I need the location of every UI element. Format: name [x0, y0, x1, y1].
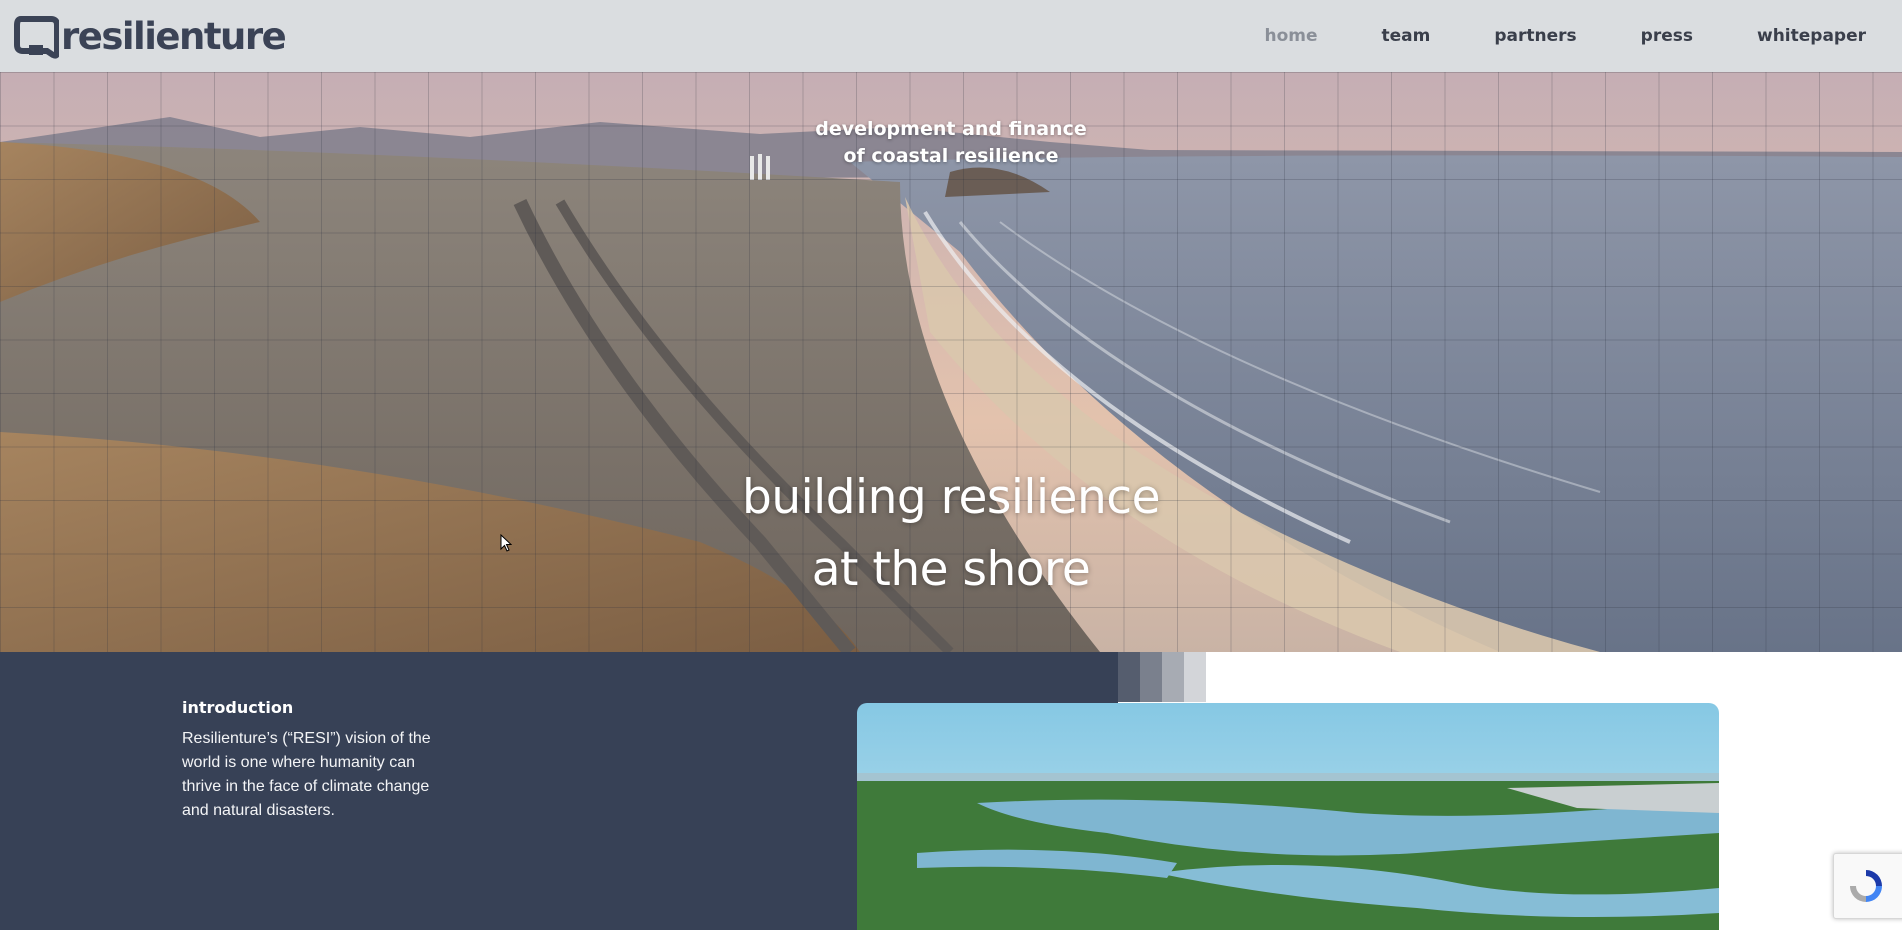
- decorative-stripes: [1118, 652, 1206, 702]
- recaptcha-badge[interactable]: [1833, 853, 1902, 919]
- site-header: resilienture home team partners press wh…: [0, 0, 1902, 72]
- mouse-cursor-icon: [500, 534, 512, 552]
- headline-line-1: building resilience: [741, 470, 1161, 525]
- nav-whitepaper[interactable]: whitepaper: [1757, 26, 1866, 46]
- logo-text: resilienture: [61, 15, 287, 58]
- logo[interactable]: resilienture: [13, 15, 287, 59]
- hero-headline: building resilience at the shore: [0, 462, 1902, 606]
- nav-home[interactable]: home: [1264, 26, 1317, 46]
- intro-body: Resilienture’s (“RESI”) vision of the wo…: [182, 730, 431, 819]
- nav-team[interactable]: team: [1382, 26, 1431, 46]
- tagline-line-1: development and finance: [815, 118, 1087, 140]
- nav-press[interactable]: press: [1641, 26, 1693, 46]
- mangrove-photo: [857, 703, 1719, 930]
- intro-title: introduction: [182, 698, 294, 717]
- hero-banner: development and finance of coastal resil…: [0, 72, 1902, 652]
- recaptcha-icon: [1850, 870, 1882, 902]
- tagline-line-2: of coastal resilience: [843, 145, 1059, 167]
- logo-mark-icon: [14, 16, 59, 59]
- main-nav: home team partners press whitepaper: [1200, 0, 1866, 72]
- hero-tagline: development and finance of coastal resil…: [0, 116, 1902, 170]
- nav-partners[interactable]: partners: [1494, 26, 1576, 46]
- headline-line-2: at the shore: [811, 542, 1091, 597]
